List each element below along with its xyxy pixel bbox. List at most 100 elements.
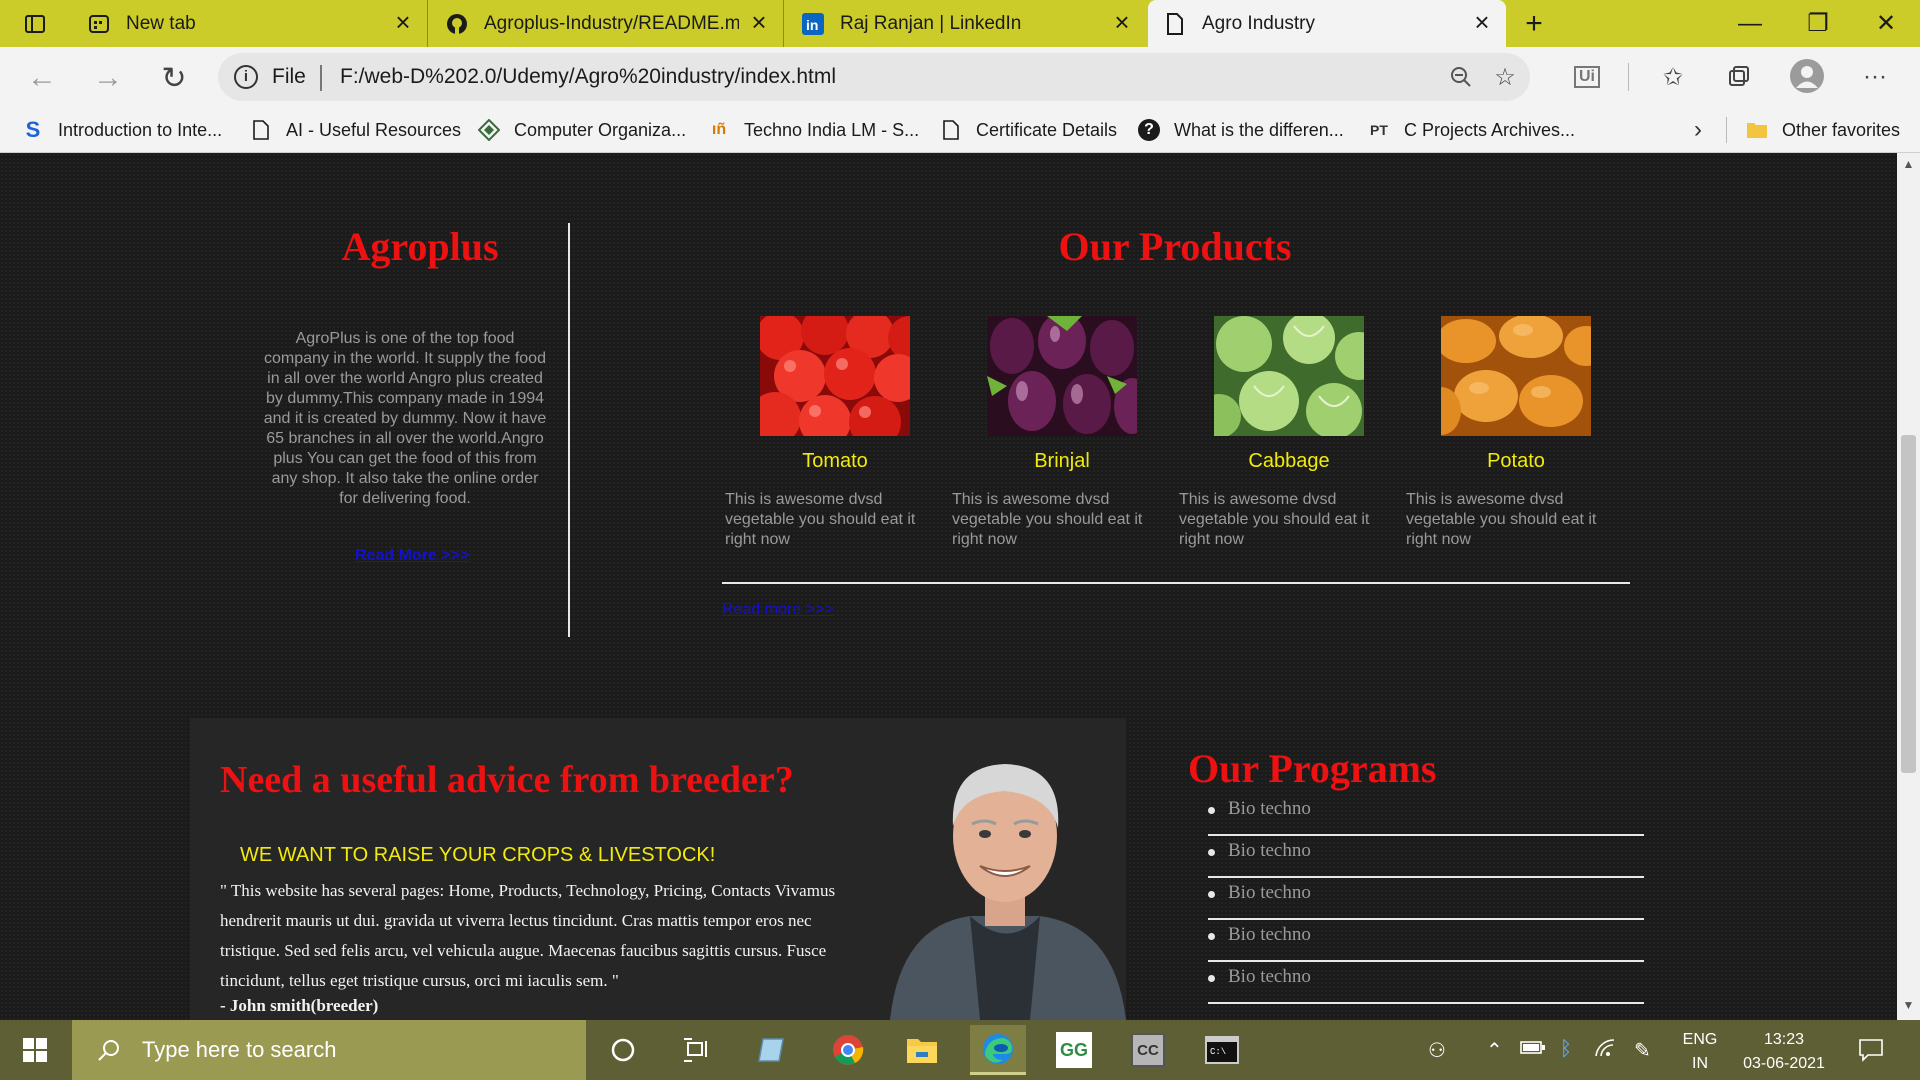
taskbar-search[interactable]: Type here to search (72, 1020, 586, 1080)
clock[interactable]: 13:23 03-06-2021 (1732, 1028, 1836, 1076)
favorite-item[interactable]: Computer Organiza... (478, 107, 686, 153)
taskbar: Type here to search GG CC C:\ ⚇ ⌃ ᛒ ✎ EN… (0, 1020, 1920, 1080)
collections-icon[interactable] (1722, 60, 1756, 94)
favorites-icon[interactable]: ✩ (1656, 60, 1690, 94)
windows-icon (23, 1038, 47, 1062)
tab-linkedin[interactable]: in Raj Ranjan | LinkedIn × (786, 0, 1146, 47)
program-item[interactable]: Bio techno (1208, 962, 1644, 1004)
diamond-icon (478, 119, 500, 141)
file-icon (940, 119, 962, 141)
advice-author: - John smith(breeder) (220, 996, 379, 1015)
arrow-right-icon: → (93, 61, 123, 94)
close-window-button[interactable]: ✕ (1852, 0, 1920, 47)
close-icon[interactable]: × (1470, 9, 1494, 35)
github-icon (446, 13, 468, 35)
language-indicator[interactable]: ENG IN (1670, 1028, 1730, 1076)
minimize-button[interactable]: — (1716, 0, 1784, 47)
info-icon[interactable]: i (234, 65, 258, 89)
start-button[interactable] (0, 1020, 70, 1080)
restore-button[interactable]: ❐ (1784, 0, 1852, 47)
favorite-label: Techno India LM - S... (744, 119, 920, 140)
taskbar-app-terminal[interactable]: C:\ (1194, 1025, 1250, 1075)
favorite-item[interactable]: S Introduction to Inte... (22, 107, 222, 153)
program-item[interactable]: Bio techno (1208, 794, 1644, 836)
taskbar-app-geeksforgeeks[interactable]: GG (1046, 1025, 1102, 1075)
favorites-bar: S Introduction to Inte... AI - Useful Re… (0, 107, 1920, 153)
page-scrollbar[interactable]: ▲ ▼ (1897, 153, 1920, 1020)
other-favorites[interactable]: Other favorites (1746, 107, 1900, 153)
tab-title: New tab (126, 12, 196, 34)
notifications-icon[interactable] (1858, 1038, 1884, 1068)
arrow-left-icon: ← (27, 61, 57, 94)
zoom-out-icon[interactable] (1444, 60, 1478, 94)
taskbar-app-chrome[interactable] (820, 1025, 876, 1075)
close-icon[interactable]: × (1110, 9, 1134, 35)
tab-new-tab[interactable]: New tab × (72, 0, 428, 47)
bullet-icon (1208, 975, 1215, 982)
file-icon (1164, 12, 1186, 35)
program-item[interactable]: Bio techno (1208, 836, 1644, 878)
advice-subtitle: WE WANT TO RAISE YOUR CROPS & LIVESTOCK! (240, 844, 716, 866)
products-read-more-link[interactable]: Read more >>> (722, 601, 834, 619)
linkedin-icon: in (802, 12, 824, 35)
tab-title: Agro Industry (1202, 12, 1315, 34)
about-read-more-link[interactable]: Read More >>> (355, 547, 469, 565)
profile-avatar[interactable] (1790, 59, 1824, 93)
favorite-item[interactable]: AI - Useful Resources (250, 107, 461, 153)
product-description: This is awesome dvsd vegetable you shoul… (952, 491, 1143, 548)
advice-title: Need a useful advice from breeder? (220, 759, 794, 801)
product-card-brinjal[interactable]: Brinjal This is awesome dvsd vegetable y… (952, 316, 1162, 548)
wifi-icon[interactable] (1594, 1038, 1616, 1064)
bullet-icon (1208, 849, 1215, 856)
taskbar-app-notebook[interactable] (744, 1025, 800, 1075)
scrollbar-thumb[interactable] (1901, 435, 1916, 773)
bluetooth-icon[interactable]: ᛒ (1560, 1038, 1572, 1061)
tab-github-readme[interactable]: Agroplus-Industry/README.md a × (430, 0, 784, 47)
chevron-up-icon[interactable]: ⌃ (1486, 1038, 1503, 1063)
program-item[interactable]: Bio techno (1208, 878, 1644, 920)
people-icon[interactable]: ⚇ (1428, 1038, 1446, 1063)
favorite-label: C Projects Archives... (1404, 119, 1576, 140)
program-label: Bio techno (1228, 840, 1311, 861)
s-logo-icon: S (25, 117, 41, 142)
favorite-item[interactable]: ıñ Techno India LM - S... (708, 107, 919, 153)
favorite-item[interactable]: Certificate Details (940, 107, 1117, 153)
close-icon[interactable]: × (747, 9, 771, 35)
cortana-button[interactable] (595, 1025, 651, 1075)
divider (1628, 63, 1629, 91)
pen-icon[interactable]: ✎ (1634, 1038, 1651, 1063)
favorites-overflow-button[interactable]: › (1694, 107, 1702, 153)
battery-icon[interactable] (1520, 1038, 1546, 1061)
refresh-button[interactable]: ↻ (154, 58, 194, 98)
product-card-potato[interactable]: Potato This is awesome dvsd vegetable yo… (1406, 316, 1616, 548)
add-favorite-icon[interactable]: ☆ (1488, 60, 1522, 94)
scroll-down-icon[interactable]: ▼ (1897, 998, 1920, 1018)
ui-extension-icon[interactable]: Ui (1570, 60, 1604, 94)
about-text: AgroPlus is one of the top food company … (263, 330, 547, 507)
tab-agro-industry[interactable]: Agro Industry × (1148, 0, 1506, 47)
back-button[interactable]: ← (22, 58, 62, 98)
forward-button[interactable]: → (88, 58, 128, 98)
favorite-item[interactable]: PT C Projects Archives... (1368, 107, 1575, 153)
product-card-cabbage[interactable]: Cabbage This is awesome dvsd vegetable y… (1179, 316, 1389, 548)
omnibox[interactable]: i File F:/web-D%202.0/Udemy/Agro%20indus… (218, 53, 1530, 101)
url-text[interactable]: F:/web-D%202.0/Udemy/Agro%20industry/ind… (340, 65, 836, 89)
scroll-up-icon[interactable]: ▲ (1897, 157, 1920, 177)
tab-actions-button[interactable] (0, 0, 70, 47)
product-card-tomato[interactable]: Tomato This is awesome dvsd vegetable yo… (725, 316, 935, 548)
cabbage-image (1214, 316, 1364, 436)
task-view-button[interactable] (668, 1025, 724, 1075)
favorite-item[interactable]: ? What is the differen... (1138, 107, 1344, 153)
taskbar-app-edge[interactable] (970, 1025, 1026, 1075)
new-tab-button[interactable]: + (1514, 0, 1554, 47)
task-view-icon (684, 1038, 707, 1062)
close-icon[interactable]: × (391, 9, 415, 35)
techno-icon: ıñ (711, 121, 727, 138)
program-item[interactable]: Bio techno (1208, 920, 1644, 962)
taskbar-app-file-explorer[interactable] (894, 1025, 950, 1075)
divider (1726, 117, 1727, 143)
taskbar-app-codechef[interactable]: CC (1120, 1025, 1176, 1075)
pt-icon: PT (1370, 122, 1388, 138)
more-options-icon[interactable]: ··· (1858, 60, 1892, 94)
advice-section: Need a useful advice from breeder? WE WA… (190, 718, 1126, 1020)
